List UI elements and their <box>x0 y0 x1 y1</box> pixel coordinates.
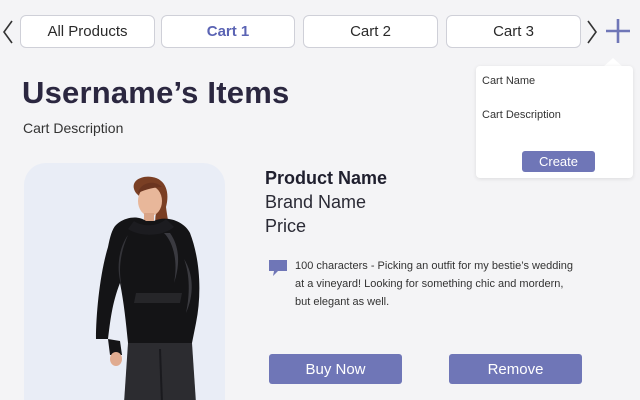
tab-cart-2[interactable]: Cart 2 <box>303 15 438 48</box>
plus-icon <box>606 19 630 43</box>
new-cart-popover: Cart Name Cart Description Create <box>476 66 633 178</box>
product-name: Product Name <box>265 168 388 188</box>
add-cart-button[interactable] <box>603 16 633 46</box>
speech-bubble-icon <box>268 259 288 277</box>
tab-cart-1[interactable]: Cart 1 <box>161 15 295 48</box>
product-image-card[interactable] <box>24 163 225 400</box>
cart-description-input[interactable]: Cart Description <box>482 109 627 125</box>
product-photo <box>96 176 200 400</box>
chevron-left-icon[interactable] <box>0 14 16 50</box>
page-title: Username’s Items <box>22 75 290 110</box>
product-note: 100 characters - Picking an outfit for m… <box>295 260 573 308</box>
brand-name: Brand Name <box>265 192 367 212</box>
cart-tab-bar: All Products Cart 1 Cart 2 Cart 3 <box>0 0 640 62</box>
tab-cart-3[interactable]: Cart 3 <box>446 15 581 48</box>
cart-name-input[interactable]: Cart Name <box>482 75 627 91</box>
remove-button[interactable]: Remove <box>449 354 582 384</box>
cart-description: Cart Description <box>23 120 124 136</box>
create-cart-button[interactable]: Create <box>522 151 595 172</box>
buy-now-button[interactable]: Buy Now <box>269 354 402 384</box>
tab-all-products[interactable]: All Products <box>20 15 155 48</box>
chevron-right-icon[interactable] <box>584 14 600 50</box>
product-price: Price <box>265 216 307 236</box>
